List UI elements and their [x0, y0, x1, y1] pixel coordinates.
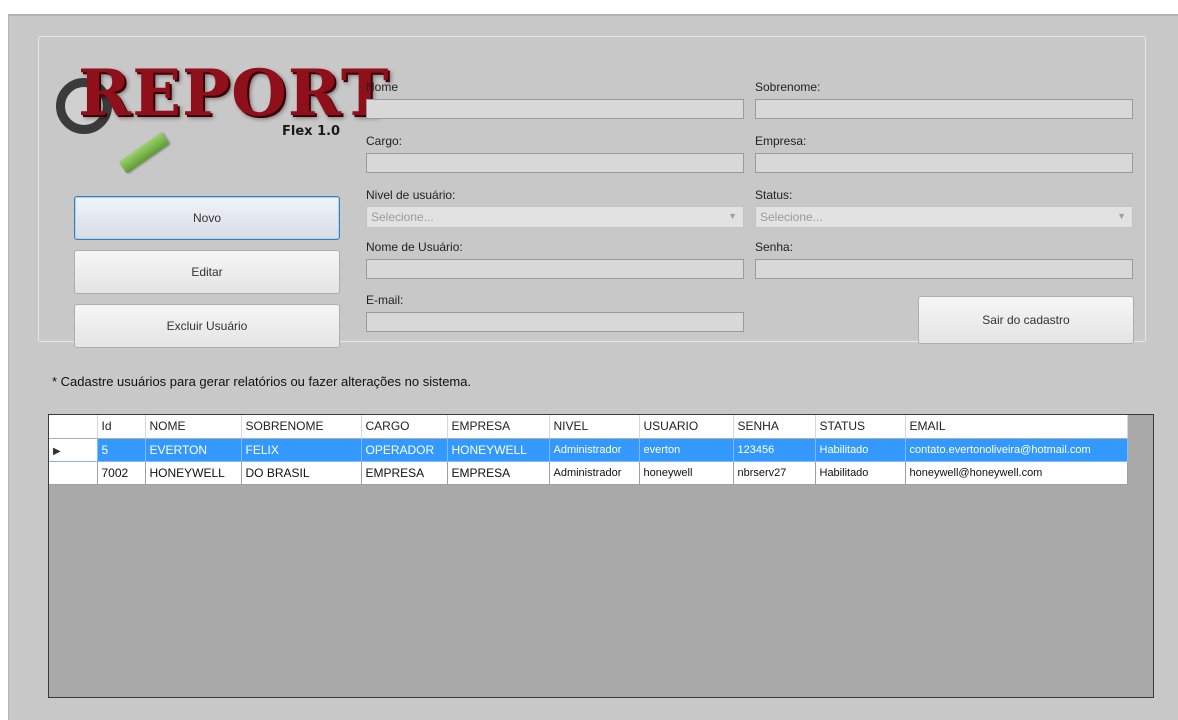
users-datagrid[interactable]: Id NOME SOBRENOME CARGO EMPRESA NIVEL US… [48, 414, 1154, 698]
cell-senha[interactable]: nbrserv27 [733, 461, 816, 485]
row-pointer-icon[interactable]: ▶ [49, 438, 98, 462]
column-header-senha[interactable]: SENHA [733, 415, 816, 439]
cell-id[interactable]: 5 [97, 438, 146, 462]
column-header-sobrenome[interactable]: SOBRENOME [241, 415, 362, 439]
cell-cargo[interactable]: EMPRESA [361, 461, 448, 485]
table-row[interactable]: 7002 HONEYWELL DO BRASIL EMPRESA EMPRESA… [49, 461, 1128, 485]
chevron-down-icon: ▼ [728, 211, 737, 221]
cell-status[interactable]: Habilitado [815, 461, 906, 485]
excluir-usuario-button[interactable]: Excluir Usuário [74, 304, 340, 348]
cell-status[interactable]: Habilitado [815, 438, 906, 462]
status-placeholder: Selecione... [760, 210, 823, 224]
cell-senha[interactable]: 123456 [733, 438, 816, 462]
column-header-nome[interactable]: NOME [145, 415, 242, 439]
empresa-field[interactable] [755, 153, 1133, 173]
senha-label: Senha: [755, 240, 794, 254]
cell-sobrenome[interactable]: FELIX [241, 438, 362, 462]
cell-empresa[interactable]: HONEYWELL [447, 438, 550, 462]
nome-label: Nome [366, 80, 399, 94]
cell-nome[interactable]: HONEYWELL [145, 461, 242, 485]
column-header-id[interactable]: Id [97, 415, 146, 439]
logo-title: REPORT [78, 56, 390, 131]
table-row[interactable]: ▶ 5 EVERTON FELIX OPERADOR HONEYWELL Adm… [49, 438, 1128, 462]
cell-nome[interactable]: EVERTON [145, 438, 242, 462]
email-field[interactable] [366, 312, 744, 332]
nivel-usuario-label: Nivel de usuário: [366, 188, 456, 202]
cell-sobrenome[interactable]: DO BRASIL [241, 461, 362, 485]
row-indicator: ▶ [53, 445, 61, 457]
cell-nivel[interactable]: Administrador [549, 438, 640, 462]
status-label: Status: [755, 188, 793, 202]
status-select[interactable]: Selecione... ▼ [755, 206, 1133, 228]
cell-email[interactable]: contato.evertonoliveira@hotmail.com [905, 438, 1128, 462]
empresa-label: Empresa: [755, 134, 807, 148]
sobrenome-field[interactable] [755, 99, 1133, 119]
cell-email[interactable]: honeywell@honeywell.com [905, 461, 1128, 485]
nome-field[interactable] [366, 99, 744, 119]
row-header-corner [49, 415, 98, 439]
column-header-nivel[interactable]: NIVEL [549, 415, 640, 439]
cell-empresa[interactable]: EMPRESA [447, 461, 550, 485]
nivel-usuario-placeholder: Selecione... [371, 210, 434, 224]
magnifier-handle [118, 132, 170, 174]
cell-nivel[interactable]: Administrador [549, 461, 640, 485]
nivel-usuario-select[interactable]: Selecione... ▼ [366, 206, 744, 228]
cell-cargo[interactable]: OPERADOR [361, 438, 448, 462]
row-pointer-icon[interactable] [49, 461, 98, 485]
column-header-email[interactable]: EMAIL [905, 415, 1128, 439]
editar-button[interactable]: Editar [74, 250, 340, 294]
header-row: Id NOME SOBRENOME CARGO EMPRESA NIVEL US… [49, 415, 1128, 439]
users-table: Id NOME SOBRENOME CARGO EMPRESA NIVEL US… [49, 415, 1128, 485]
column-header-cargo[interactable]: CARGO [361, 415, 448, 439]
column-header-empresa[interactable]: EMPRESA [447, 415, 550, 439]
report-logo: REPORT Flex 1.0 [44, 62, 389, 186]
nome-usuario-label: Nome de Usuário: [366, 240, 463, 254]
email-label: E-mail: [366, 293, 404, 307]
sobrenome-label: Sobrenome: [755, 80, 821, 94]
novo-button[interactable]: Novo [74, 196, 340, 240]
logo-subtitle: Flex 1.0 [282, 124, 341, 139]
column-header-usuario[interactable]: USUARIO [639, 415, 734, 439]
cell-usuario[interactable]: everton [639, 438, 734, 462]
senha-field[interactable] [755, 259, 1133, 279]
cell-id[interactable]: 7002 [97, 461, 146, 485]
cargo-field[interactable] [366, 153, 744, 173]
column-header-status[interactable]: STATUS [815, 415, 906, 439]
nome-usuario-field[interactable] [366, 259, 744, 279]
cargo-label: Cargo: [366, 134, 403, 148]
hint-text: * Cadastre usuários para gerar relatório… [52, 374, 472, 389]
cell-usuario[interactable]: honeywell [639, 461, 734, 485]
chevron-down-icon: ▼ [1117, 211, 1126, 221]
sair-cadastro-button[interactable]: Sair do cadastro [918, 296, 1134, 344]
